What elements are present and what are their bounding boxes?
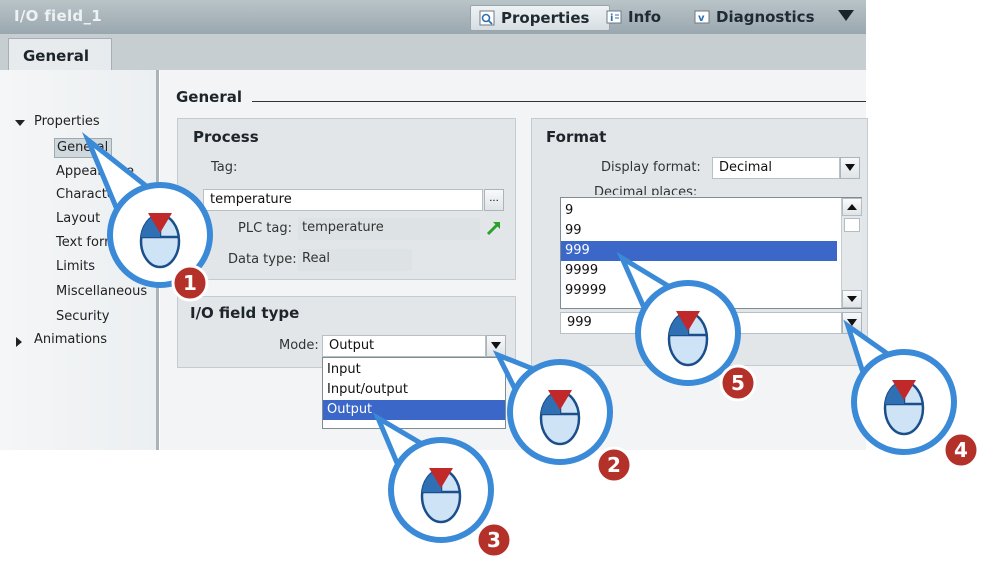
decimal-places-label: Decimal places: (594, 185, 698, 195)
tab-info-label: Info (628, 8, 662, 26)
nav-item-characteristics[interactable]: Characteristics (56, 187, 153, 202)
callout-badge (595, 446, 633, 484)
svg-text:i: i (610, 13, 613, 24)
data-type-label: Data type: (228, 252, 297, 267)
panel-menu-arrow-icon[interactable] (838, 10, 854, 21)
format-pattern-select[interactable]: 999 (560, 312, 842, 334)
tab-general[interactable]: General (8, 38, 112, 70)
tab-properties-label: Properties (501, 9, 590, 27)
tag-label: Tag: (211, 160, 238, 175)
click-arrow-icon (892, 380, 916, 400)
nav-properties[interactable]: Properties (34, 114, 100, 129)
mode-option-input-output[interactable]: Input/output (323, 380, 505, 400)
tab-diagnostics[interactable]: v Diagnostics (686, 5, 842, 29)
scroll-up-button[interactable] (842, 198, 862, 216)
expand-down-icon[interactable] (15, 120, 25, 126)
info-icon: i (606, 10, 622, 24)
chevron-down-icon (847, 319, 857, 326)
pattern-option[interactable]: 9 (561, 201, 837, 221)
pattern-option[interactable]: 99 (561, 221, 837, 241)
display-format-dropdown-button[interactable] (840, 157, 860, 179)
pattern-option[interactable]: 9999 (561, 261, 837, 281)
tab-diagnostics-label: Diagnostics (716, 8, 815, 26)
mode-select[interactable]: Output (322, 335, 486, 357)
format-title: Format (546, 128, 607, 146)
nav-item-miscellaneous[interactable]: Miscellaneous (56, 284, 147, 299)
chevron-down-icon (845, 164, 855, 171)
svg-text:v: v (698, 13, 705, 24)
pattern-option[interactable]: 99999 (561, 281, 837, 301)
mouse-icon (420, 468, 462, 524)
mouse-icon (883, 380, 925, 436)
io-field-type-title: I/O field type (190, 304, 300, 322)
mode-dropdown-list: Input Input/output Output (322, 357, 506, 429)
callout-number: 4 (954, 438, 968, 462)
plc-tag-label: PLC tag: (238, 221, 292, 236)
pattern-list-scrollbar[interactable] (841, 198, 862, 308)
tag-input[interactable]: temperature (203, 189, 483, 211)
tag-browse-button[interactable]: ... (484, 189, 504, 211)
nav-item-text-format[interactable]: Text format (56, 235, 130, 250)
format-pattern-dropdown-button[interactable] (842, 312, 862, 334)
scroll-down-icon (847, 296, 857, 302)
format-pattern-list: 9 99 999 9999 99999 (560, 197, 862, 309)
mode-dropdown-button[interactable] (486, 335, 506, 357)
chevron-down-icon (491, 342, 501, 349)
callout-ring (851, 349, 957, 455)
tab-info[interactable]: i Info (598, 5, 696, 29)
data-type-value: Real (298, 249, 412, 271)
nav-divider[interactable] (156, 70, 159, 450)
nav-item-appearance[interactable]: Appearance (56, 164, 134, 179)
diagnostics-icon: v (694, 10, 710, 24)
nav-item-general[interactable]: General (54, 138, 112, 158)
tab-properties[interactable]: Properties (470, 5, 610, 31)
plc-tag-value: temperature (298, 218, 480, 240)
pattern-option-selected[interactable]: 999 (561, 241, 837, 261)
click-arrow-icon (429, 468, 453, 488)
expand-right-icon[interactable] (16, 337, 22, 347)
mode-option-output[interactable]: Output (323, 400, 505, 420)
process-title: Process (193, 128, 259, 146)
display-format-select[interactable]: Decimal (712, 157, 840, 179)
nav-animations[interactable]: Animations (34, 332, 107, 347)
section-rule (252, 101, 866, 102)
display-format-label: Display format: (601, 160, 701, 175)
subtab-strip (0, 34, 866, 70)
callout-number: 3 (487, 528, 501, 552)
scroll-up-icon (847, 204, 857, 210)
callout-number: 2 (607, 453, 621, 477)
section-title: General (176, 88, 242, 106)
nav-item-security[interactable]: Security (56, 309, 109, 324)
window-title: I/O field_1 (14, 7, 102, 25)
scroll-thumb[interactable] (844, 218, 860, 232)
goto-plc-tag-icon[interactable] (486, 220, 502, 236)
callout-badge (475, 521, 513, 559)
callout-badge (942, 431, 980, 469)
mode-option-input[interactable]: Input (323, 360, 505, 380)
mode-label: Mode: (279, 338, 319, 353)
scroll-down-button[interactable] (842, 290, 862, 308)
nav-item-limits[interactable]: Limits (56, 259, 95, 274)
callout-ring (388, 437, 494, 543)
properties-icon (479, 10, 495, 26)
nav-item-layout[interactable]: Layout (56, 211, 100, 226)
